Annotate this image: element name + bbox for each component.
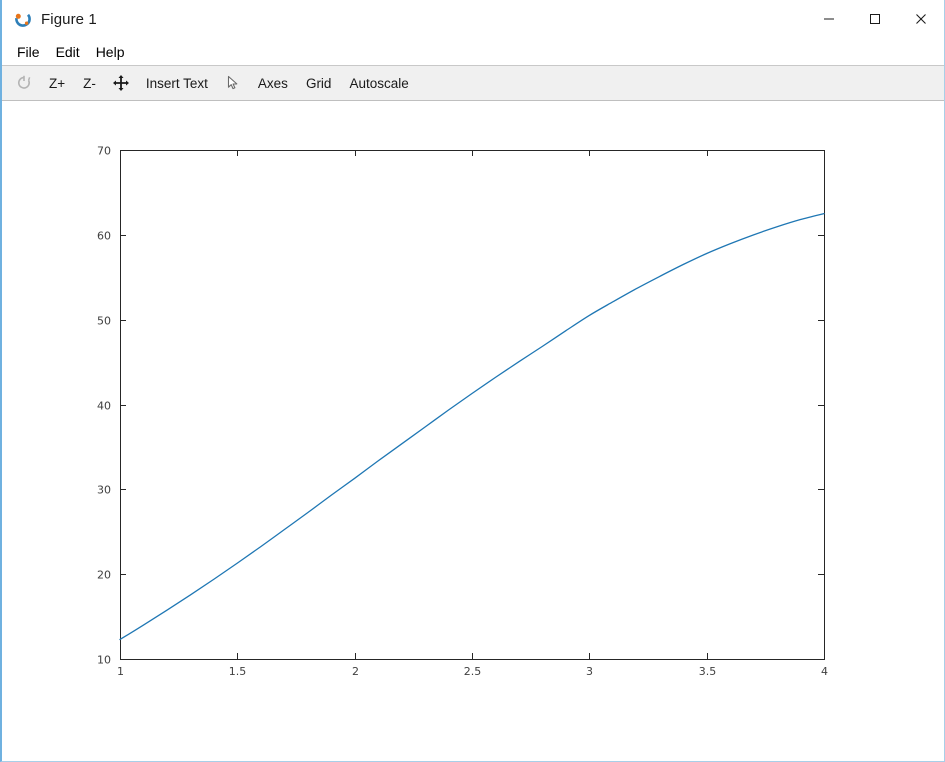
insert-text-button[interactable]: Insert Text xyxy=(138,70,216,96)
plot-box xyxy=(120,150,825,660)
x-tick-label: 4 xyxy=(821,665,828,678)
title-bar: Figure 1 xyxy=(2,0,944,39)
menu-item-file[interactable]: File xyxy=(9,41,48,64)
x-tick-label: 1 xyxy=(117,665,124,678)
axes-button[interactable]: Axes xyxy=(250,70,296,96)
tool-bar: Z+ Z- Insert Text Axes Grid Autoscale xyxy=(2,66,944,101)
zoom-out-button[interactable]: Z- xyxy=(75,70,104,96)
y-tick-label: 70 xyxy=(97,145,111,158)
minimize-button[interactable] xyxy=(806,3,852,35)
zoom-in-button[interactable]: Z+ xyxy=(41,70,73,96)
x-tick-label: 2 xyxy=(352,665,359,678)
menu-item-help[interactable]: Help xyxy=(88,41,133,64)
y-tick-label: 30 xyxy=(97,484,111,497)
autoscale-button[interactable]: Autoscale xyxy=(341,70,416,96)
y-tick-label: 20 xyxy=(97,569,111,582)
figure-canvas[interactable]: 10 20 30 40 50 60 70 1 1.5 2 2.5 3 3.5 4 xyxy=(2,101,944,761)
menu-item-edit[interactable]: Edit xyxy=(48,41,88,64)
rotate-reset-button[interactable] xyxy=(9,70,39,96)
y-tick-label: 50 xyxy=(97,315,111,328)
figure-window: Figure 1 File Edit Help Z+ Z- Insert Tex… xyxy=(0,0,945,762)
y-tick-label: 10 xyxy=(97,654,111,667)
pan-move-button[interactable] xyxy=(106,70,136,96)
maximize-button[interactable] xyxy=(852,3,898,35)
x-tick-label: 2.5 xyxy=(464,665,482,678)
x-tick-label: 3 xyxy=(586,665,593,678)
x-tick-label: 3.5 xyxy=(699,665,717,678)
window-title: Figure 1 xyxy=(41,10,97,28)
select-pointer-icon xyxy=(224,74,242,92)
data-series-line xyxy=(119,212,825,641)
octave-logo-icon xyxy=(14,10,32,28)
y-tick-label: 60 xyxy=(97,230,111,243)
menu-bar: File Edit Help xyxy=(2,39,944,66)
y-tick-label: 40 xyxy=(97,400,111,413)
x-tick-label: 1.5 xyxy=(229,665,247,678)
close-icon xyxy=(915,13,927,25)
grid-button[interactable]: Grid xyxy=(298,70,340,96)
maximize-icon xyxy=(869,13,881,25)
plot-svg: 10 20 30 40 50 60 70 1 1.5 2 2.5 3 3.5 4 xyxy=(97,145,828,679)
close-button[interactable] xyxy=(898,3,944,35)
pan-move-icon xyxy=(112,74,130,92)
rotate-reset-icon xyxy=(15,74,33,92)
select-pointer-button[interactable] xyxy=(218,70,248,96)
minimize-icon xyxy=(823,13,835,25)
